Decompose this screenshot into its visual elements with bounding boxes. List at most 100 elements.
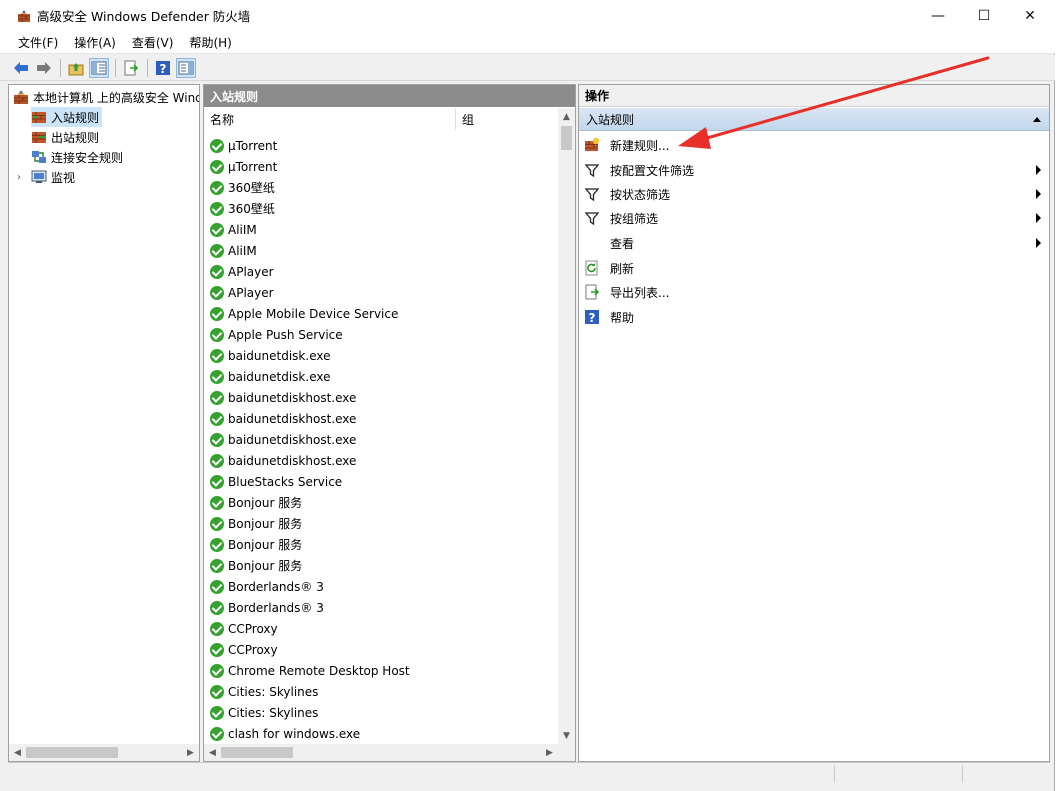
menu-file[interactable]: 文件(F) — [10, 34, 66, 51]
menu-view[interactable]: 查看(V) — [124, 34, 182, 51]
close-button[interactable]: ✕ — [1007, 0, 1053, 31]
show-action-pane-icon — [178, 61, 194, 74]
collapse-arrow-icon[interactable] — [1033, 116, 1041, 122]
scroll-right-icon[interactable]: ▶ — [541, 744, 558, 761]
expand-chevron-icon[interactable]: › — [17, 172, 31, 183]
scroll-right-icon[interactable]: ▶ — [182, 744, 199, 761]
tree-item-outbound[interactable]: 出站规则 — [31, 127, 99, 147]
rule-name: APlayer — [228, 285, 274, 300]
rule-row[interactable]: Bonjour 服务 — [210, 492, 302, 513]
tree-item-monitor[interactable]: › 监视 — [17, 167, 75, 187]
enabled-check-icon — [210, 285, 224, 300]
actions-section-inbound[interactable]: 入站规则 — [579, 108, 1049, 131]
rule-row[interactable]: clash for windows.exe — [210, 723, 360, 744]
action-item[interactable]: 查看 — [579, 231, 1049, 255]
rule-row[interactable]: baidunetdiskhost.exe — [210, 450, 356, 471]
rule-row[interactable]: baidunetdiskhost.exe — [210, 429, 356, 450]
scroll-thumb[interactable] — [26, 747, 118, 758]
action-item[interactable]: 按状态筛选 — [579, 182, 1049, 206]
rule-row[interactable]: CCProxy — [210, 618, 278, 639]
rule-row[interactable]: Borderlands® 3 — [210, 576, 324, 597]
rule-name: Bonjour 服务 — [228, 559, 303, 573]
minimize-button[interactable]: — — [915, 0, 961, 31]
tree-item-connection-security[interactable]: 连接安全规则 — [31, 147, 123, 167]
rule-row[interactable]: Apple Mobile Device Service — [210, 303, 398, 324]
rule-row[interactable]: 360壁纸 — [210, 198, 275, 219]
rule-row[interactable]: µTorrent — [210, 135, 277, 156]
svg-text:?: ? — [160, 62, 167, 76]
rules-list-pane: 入站规则 名称 组 µTorrent µTorrent 360壁纸 360壁纸 AliI… — [203, 84, 576, 762]
rule-row[interactable]: BlueStacks Service — [210, 471, 342, 492]
enabled-check-icon — [210, 495, 224, 510]
scroll-thumb[interactable] — [221, 747, 293, 758]
scroll-thumb[interactable] — [561, 126, 572, 150]
rule-name: Cities: Skylines — [228, 705, 319, 720]
enabled-check-icon — [210, 390, 224, 405]
action-label: 帮助 — [610, 310, 635, 325]
rule-row[interactable]: Apple Push Service — [210, 324, 343, 345]
rule-row[interactable]: Bonjour 服务 — [210, 513, 302, 534]
list-vertical-scrollbar[interactable]: ▲ ▼ — [558, 108, 575, 744]
action-label: 刷新 — [610, 261, 635, 276]
action-label: 查看 — [610, 236, 635, 251]
rule-row[interactable]: µTorrent — [210, 156, 277, 177]
scroll-left-icon[interactable]: ◀ — [204, 744, 221, 761]
scroll-up-icon[interactable]: ▲ — [558, 108, 575, 125]
toolbar-separator — [115, 58, 116, 77]
action-item[interactable]: 按配置文件筛选 — [579, 158, 1049, 182]
enabled-check-icon — [210, 621, 224, 636]
menu-action[interactable]: 操作(A) — [66, 34, 124, 51]
show-tree-icon — [91, 61, 107, 74]
rule-row[interactable]: Bonjour 服务 — [210, 534, 302, 555]
menu-help[interactable]: 帮助(H) — [181, 34, 239, 51]
enabled-check-icon — [210, 432, 224, 447]
help-button[interactable]: ? — [153, 58, 173, 78]
show-tree-button[interactable] — [89, 57, 109, 78]
rule-row[interactable]: APlayer — [210, 261, 274, 282]
rule-row[interactable]: Cities: Skylines — [210, 702, 318, 723]
action-item[interactable]: 新建规则... — [579, 133, 1049, 157]
action-item[interactable]: 按组筛选 — [579, 206, 1049, 230]
rule-row[interactable]: Cities: Skylines — [210, 681, 318, 702]
scroll-left-icon[interactable]: ◀ — [9, 744, 26, 761]
filter-icon — [584, 210, 600, 226]
back-button[interactable] — [11, 58, 31, 78]
tree-horizontal-scrollbar[interactable]: ◀ ▶ — [9, 744, 199, 761]
blank-icon — [584, 235, 600, 251]
firewall-app-icon — [17, 9, 31, 23]
rule-row[interactable]: AliIM — [210, 240, 257, 261]
actions-pane-header: 操作 — [579, 85, 1049, 107]
forward-button[interactable] — [34, 58, 54, 78]
rule-name: µTorrent — [228, 138, 278, 153]
rule-row[interactable]: baidunetdisk.exe — [210, 345, 330, 366]
rule-row[interactable]: AliIM — [210, 219, 257, 240]
tree-item-inbound[interactable]: 入站规则 — [31, 107, 103, 127]
rule-row[interactable]: CCProxy — [210, 639, 278, 660]
action-item[interactable]: ? 帮助 — [579, 305, 1049, 329]
rule-row[interactable]: baidunetdisk.exe — [210, 366, 330, 387]
rule-row[interactable]: Chrome Remote Desktop Host — [210, 660, 410, 681]
rule-name: Borderlands® 3 — [228, 579, 324, 594]
enabled-check-icon — [210, 663, 224, 678]
column-header-group[interactable]: 组 — [456, 108, 560, 130]
title-bar[interactable]: 高级安全 Windows Defender 防火墙 — ☐ ✕ — [0, 0, 1055, 31]
scroll-down-icon[interactable]: ▼ — [558, 727, 575, 744]
rule-row[interactable]: baidunetdiskhost.exe — [210, 387, 356, 408]
enabled-check-icon — [210, 516, 224, 531]
list-horizontal-scrollbar[interactable]: ◀ ▶ — [204, 744, 558, 761]
show-action-pane-button[interactable] — [176, 57, 196, 78]
action-item[interactable]: 导出列表... — [579, 280, 1049, 304]
rule-row[interactable]: baidunetdiskhost.exe — [210, 408, 356, 429]
filter-icon — [584, 186, 600, 202]
export-list-icon — [584, 284, 600, 300]
action-item[interactable]: 刷新 — [579, 256, 1049, 280]
rule-row[interactable]: 360壁纸 — [210, 177, 275, 198]
export-button[interactable] — [121, 58, 141, 78]
tree-root[interactable]: 本地计算机 上的高级安全 Windows Defender 防火墙 — [13, 87, 199, 107]
column-header-name[interactable]: 名称 — [204, 108, 456, 130]
rule-row[interactable]: APlayer — [210, 282, 274, 303]
rule-row[interactable]: Borderlands® 3 — [210, 597, 324, 618]
maximize-button[interactable]: ☐ — [961, 0, 1007, 31]
rule-row[interactable]: Bonjour 服务 — [210, 555, 302, 576]
up-folder-button[interactable] — [66, 58, 86, 78]
